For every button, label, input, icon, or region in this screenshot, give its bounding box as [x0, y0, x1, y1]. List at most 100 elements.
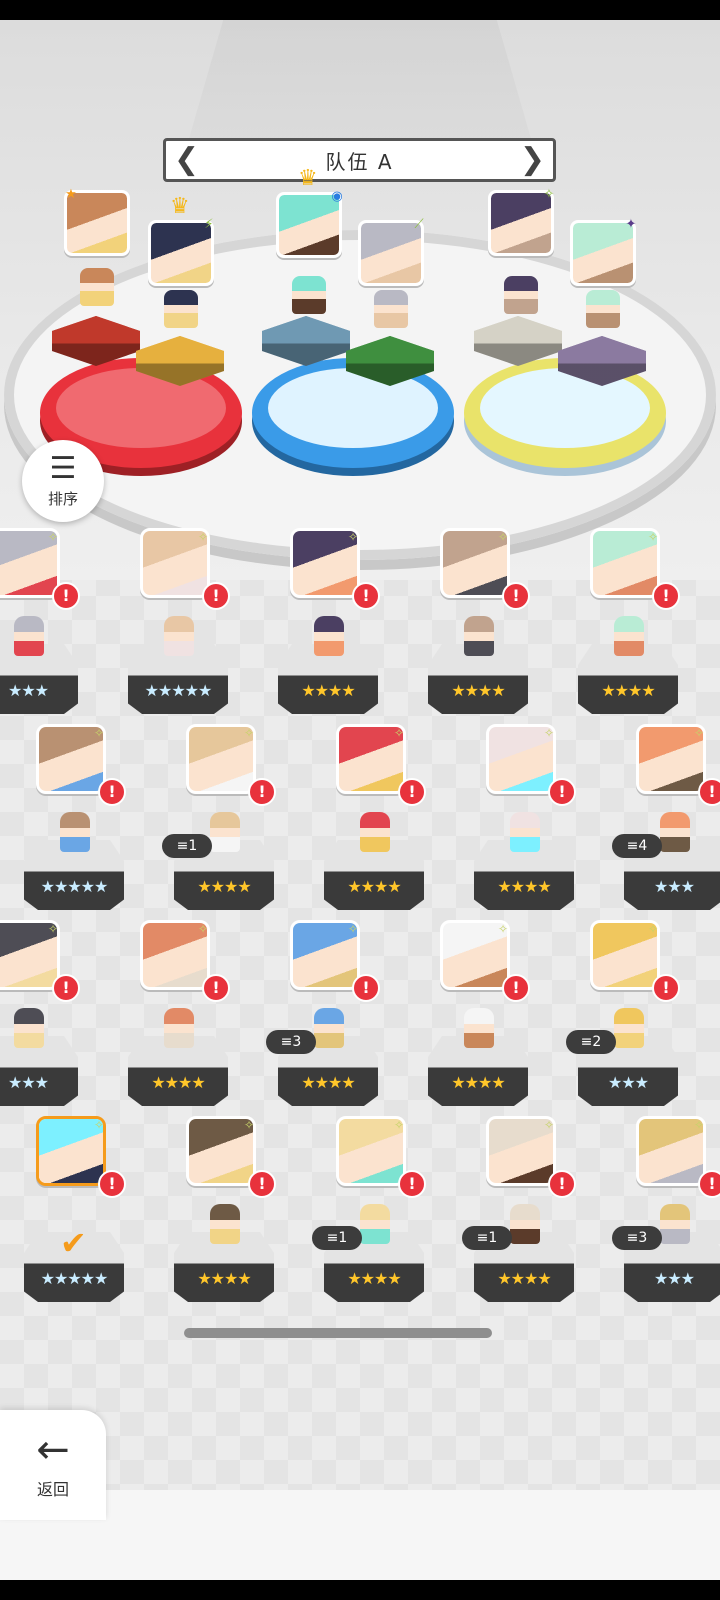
roster-hero[interactable]: ✧! ★★★★★ [128, 528, 248, 728]
roster-hero[interactable]: ✧! ★★★ ≡2 [566, 920, 698, 1120]
duplicate-count: 4 [638, 838, 648, 854]
alert-badge: ! [398, 1170, 426, 1198]
duplicate-count-badge: ≡3 [266, 1030, 316, 1054]
sparkle-icon: ✧ [694, 1118, 705, 1132]
sparkle-icon: ✧ [244, 726, 255, 740]
sparkle-icon: ✧ [198, 922, 209, 936]
sparkle-icon: ✧ [48, 922, 59, 936]
hero-sprite [314, 1008, 344, 1048]
duplicate-count: 2 [592, 1034, 602, 1050]
prev-team-arrow[interactable]: ❮ [174, 145, 199, 175]
alert-badge: ! [652, 582, 680, 610]
hero-sprite[interactable] [292, 276, 326, 314]
alert-badge: ! [248, 778, 276, 806]
alert-badge: ! [398, 778, 426, 806]
roster-hero[interactable]: ✧! ★★★ [0, 920, 98, 1120]
alert-badge: ! [52, 582, 80, 610]
selected-check-icon: ✔ [60, 1224, 87, 1262]
alert-badge: ! [502, 582, 530, 610]
hero-sprite[interactable] [504, 276, 538, 314]
shuriken-icon: ✦ [625, 217, 637, 232]
sparkle-icon: ✧ [48, 530, 59, 544]
star-rating: ★★★★ [347, 876, 401, 896]
back-button[interactable]: ← 返回 [0, 1410, 106, 1520]
hero-sprite[interactable] [374, 290, 408, 328]
star-rating: ★★★★ [497, 1268, 551, 1288]
system-nav-bar [0, 1580, 720, 1600]
roster-hero[interactable]: ✧! ★★★★ [428, 920, 548, 1120]
hero-sprite[interactable] [80, 268, 114, 306]
duplicate-count-badge: ≡1 [462, 1226, 512, 1250]
duplicate-count-badge: ≡3 [612, 1226, 662, 1250]
star-rating: ★★★★ [451, 1072, 505, 1092]
duplicate-count: 1 [488, 1230, 498, 1246]
duplicate-count: 3 [292, 1034, 302, 1050]
duplicate-count: 1 [188, 838, 198, 854]
duplicate-count-badge: ≡1 [312, 1226, 362, 1250]
status-bar [0, 0, 720, 20]
roster-hero[interactable]: ✧! ★★★★ ≡1 [162, 724, 294, 924]
roster-hero[interactable]: ✧! ★★★★ [278, 528, 398, 728]
star-rating: ★★★★ [151, 1072, 205, 1092]
crown-icon: ♛ [170, 194, 190, 219]
roster-hero[interactable]: ✧! ★★★★ ≡3 [266, 920, 398, 1120]
stack-icon: ≡ [580, 1034, 593, 1050]
roster-hero[interactable]: ✧! ★★★ ≡3 [612, 1116, 720, 1316]
roster-scrollbar[interactable] [184, 1328, 492, 1338]
star-rating: ★★★★ [347, 1268, 401, 1288]
roster-hero[interactable]: ✧! ★★★★ [578, 528, 698, 728]
alert-badge: ! [652, 974, 680, 1002]
hero-sprite [164, 1008, 194, 1048]
roster-hero[interactable]: ✧! ★★★ ≡4 [612, 724, 720, 924]
star-icon: ★ [65, 187, 77, 202]
hero-sprite [314, 616, 344, 656]
duplicate-count: 3 [638, 1230, 648, 1246]
hero-sprite [14, 616, 44, 656]
alert-badge: ! [98, 1170, 126, 1198]
alert-badge: ! [202, 582, 230, 610]
team-select-screen: ❮ 队伍 A ❯ ★ ⚡ ♛ ◉ ♛ ⟋ ✧ ✦ ☰ 排序 ✧! ★★★ ✧! ★★★★★ ✧! ★★★… [0, 20, 720, 1580]
roster-hero[interactable]: ✧! ★★★★ [128, 920, 248, 1120]
roster-hero[interactable]: ✧! ★★★★ [324, 724, 444, 924]
stack-icon: ≡ [626, 1230, 639, 1246]
hero-sprite[interactable] [164, 290, 198, 328]
sparkle-icon: ✧ [498, 922, 509, 936]
sort-button[interactable]: ☰ 排序 [22, 440, 104, 522]
roster-hero[interactable]: ✧! ★★★★★ [24, 724, 144, 924]
sparkle-icon: ✧ [648, 530, 659, 544]
leaf-icon: ⟋ [414, 217, 424, 232]
back-label: 返回 [36, 1480, 69, 1499]
stack-icon: ≡ [280, 1034, 293, 1050]
star-rating: ★★★★★ [144, 680, 213, 700]
hero-sprite [510, 1204, 540, 1244]
roster-hero[interactable]: ✧! ✔ ★★★★★ [24, 1116, 144, 1316]
team-name-banner: ❮ 队伍 A ❯ [163, 138, 556, 182]
star-rating: ★★★★ [497, 876, 551, 896]
star-rating: ★★★★★ [40, 1268, 109, 1288]
stack-icon: ≡ [176, 838, 189, 854]
star-rating: ★★★★ [197, 876, 251, 896]
hero-sprite [60, 812, 90, 852]
circle-icon: ◉ [331, 189, 343, 204]
star-rating: ★★★ [653, 876, 695, 896]
roster-hero[interactable]: ✧! ★★★★ ≡1 [312, 1116, 444, 1316]
star-rating: ★★★ [7, 1072, 49, 1092]
roster-hero[interactable]: ✧! ★★★★ [428, 528, 548, 728]
sparkle-icon: ✧ [694, 726, 705, 740]
bottom-strip [0, 1490, 720, 1580]
roster-hero[interactable]: ✧! ★★★ [0, 528, 98, 728]
next-team-arrow[interactable]: ❯ [520, 145, 545, 175]
alert-badge: ! [698, 778, 720, 806]
sparkle-icon: ✧ [244, 1118, 255, 1132]
sparkle-icon: ✧ [648, 922, 659, 936]
hero-sprite[interactable] [586, 290, 620, 328]
roster-hero[interactable]: ✧! ★★★★ ≡1 [462, 1116, 594, 1316]
roster-hero[interactable]: ✧! ★★★★ [474, 724, 594, 924]
hero-sprite [464, 1008, 494, 1048]
roster-hero[interactable]: ✧! ★★★★ [174, 1116, 294, 1316]
alert-badge: ! [248, 1170, 276, 1198]
team-title: 队伍 A [325, 149, 394, 174]
sort-label: 排序 [47, 489, 78, 508]
sparkle-icon: ✧ [544, 726, 555, 740]
star-rating: ★★★★ [601, 680, 655, 700]
